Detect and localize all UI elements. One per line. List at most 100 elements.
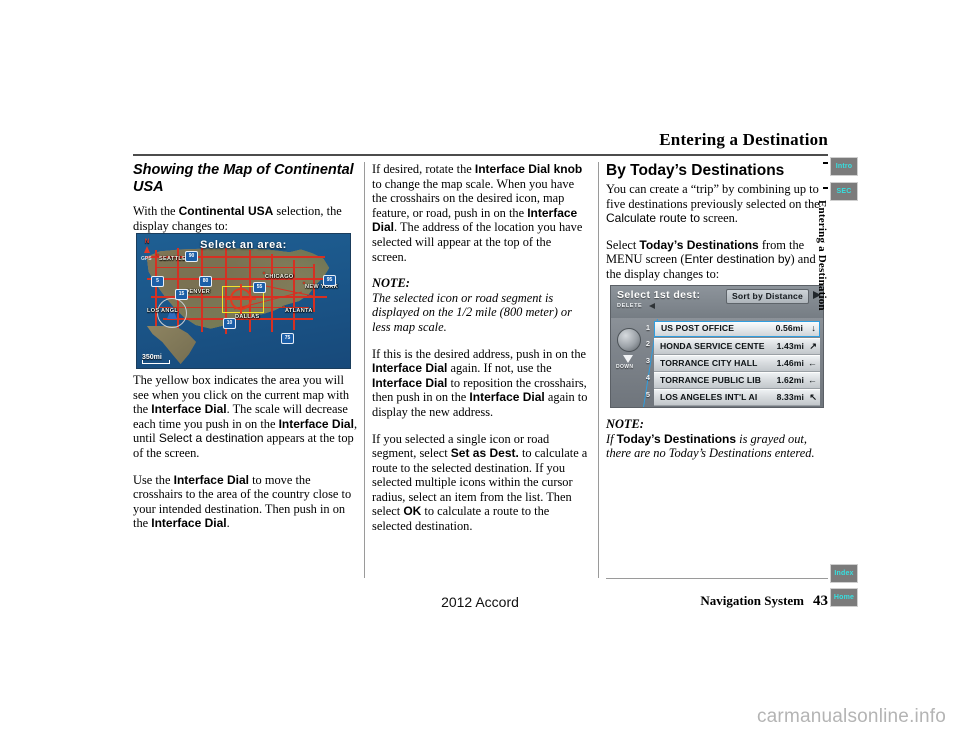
term-set-as-dest: Set as Dest. [450,446,519,461]
left-arrow-icon[interactable] [649,303,655,309]
term-interface-dial: Interface Dial [469,390,545,405]
column-divider-1 [364,162,365,578]
col2-note: NOTE: The selected icon or road segment i… [372,276,588,334]
destination-name: LOS ANGELES INT'L AI [660,392,758,402]
list-item[interactable]: US POST OFFICE 0.56mi ↓ [654,321,820,337]
term-todays-destinations: Today’s Destinations [616,431,737,446]
compass-needle [144,246,150,253]
interstate-shield-icon: 90 [185,251,198,262]
list-item[interactable]: TORRANCE PUBLIC LIB 1.62mi ← [654,372,820,389]
col3-paragraph-2: Select Today’s Destinations from the MEN… [606,238,822,282]
text-run: . The address of the location you have s… [372,220,583,264]
list-item[interactable]: TORRANCE CITY HALL 1.46mi ← [654,355,820,372]
column-divider-2 [598,162,599,578]
tab-intro[interactable]: Intro [830,157,858,176]
section-heading-showing-map: Showing the Map of Continental USA [133,162,354,195]
interstate-shield-icon: 80 [199,276,212,287]
map-city-dot [283,306,285,308]
col2-paragraph-1: If desired, rotate the Interface Dial kn… [372,162,588,264]
section-heading-todays-destinations: By Today’s Destinations [606,162,785,179]
compass-icon: N [142,239,152,253]
map-city-label: ATLANTA [285,308,313,314]
model-label: 2012 Accord [441,594,519,610]
map-city-label: DALLAS [235,314,260,320]
map-city-label: DENVER [185,289,211,295]
manual-page: Entering a Destination Showing the Map o… [0,0,960,742]
tab-sec[interactable]: SEC [830,182,858,201]
list-item[interactable]: LOS ANGELES INT'L AI 8.33mi ↖ [654,389,820,406]
text-run: Select [606,237,640,252]
nav-screen-title: Select 1st dest: [617,289,701,301]
row-number: 2 [645,339,650,348]
map-city-label: SEATTLE [159,256,187,262]
row-number: 5 [645,390,650,399]
interstate-shield-icon: 10 [223,318,236,329]
term-ok: OK [403,504,422,519]
page-title: Entering a Destination [659,130,828,149]
page-number: 43 [813,593,828,609]
interstate-shield-icon: 95 [323,275,336,286]
map-screen-title: Select an area: [200,239,287,251]
header-rule [133,154,828,156]
map-city-label: LOS ANGL [147,308,179,314]
destination-name: US POST OFFICE [661,323,735,333]
col3-note: NOTE: If Today’s Destinations is grayed o… [606,417,822,461]
term-enter-destination-by: Enter destination by [684,252,791,267]
text-run: If [606,431,617,446]
term-interface-dial: Interface Dial [278,416,354,431]
interstate-shield-icon: 75 [281,333,294,344]
row-number: 4 [645,373,650,382]
destination-distance: 1.43mi [776,341,804,351]
map-city-dot [303,282,305,284]
text-run: again. If not, use the [447,361,552,376]
interstate-shield-icon: 55 [253,282,266,293]
note-text: The selected icon or road segment is dis… [372,290,572,334]
column-two: If desired, rotate the Interface Dial kn… [372,162,588,546]
footer-rule [606,578,828,579]
gps-icon: GPS [141,256,152,262]
col3-paragraph-1: You can create a “trip” by combining up … [606,182,822,226]
term-todays-destinations: Today’s Destinations [639,237,759,252]
sort-by-distance-button[interactable]: Sort by Distance [725,289,809,304]
nav-delete-label: DELETE [617,303,643,309]
tab-index[interactable]: Index [830,564,858,583]
site-watermark: carmanualsonline.info [756,706,946,727]
list-item[interactable]: HONDA SERVICE CENTE 1.43mi ↗ [654,338,820,355]
map-crosshair-icon [226,284,256,314]
col1-paragraph-1: With the Continental USA selection, the … [133,204,361,233]
figure-select-destination-screen: Select 1st dest: DELETE Sort by Distance… [610,285,824,408]
term-interface-dial: Interface Dial [173,472,249,487]
term-interface-dial: Interface Dial [151,516,227,531]
footer-section-label: Navigation System [700,593,804,608]
text-run: Use the [133,472,174,487]
rail-tick [823,187,828,189]
map-highway [293,260,295,330]
term-continental-usa: Continental USA [178,204,274,218]
col2-paragraph-3: If you selected a single icon or road se… [372,432,588,534]
col1-paragraph-2: The yellow box indicates the area you wi… [133,373,361,461]
col1-paragraph-3: Use the Interface Dial to move the cross… [133,473,361,531]
destination-distance: 1.62mi [776,375,804,385]
destination-list: 1 US POST OFFICE 0.56mi ↓ 2 HONDA SERVIC… [641,319,823,407]
interstate-shield-icon: 5 [151,276,164,287]
map-highway [271,254,273,332]
column-one-continued: The yellow box indicates the area you wi… [133,373,361,543]
sort-by-distance-label: Sort by Distance [731,291,803,301]
text-run: If this is the desired address, push in … [372,346,587,361]
note-label: NOTE: [372,276,410,291]
map-scale-bar [142,360,170,364]
direction-arrow-icon: ↗ [809,341,817,351]
tab-home[interactable]: Home [830,588,858,607]
destination-distance: 8.33mi [776,392,804,402]
text-run: If desired, rotate the [372,162,475,176]
term-interface-dial: Interface Dial [372,361,448,376]
interface-dial-knob-icon[interactable] [617,328,641,352]
row-number: 1 [645,323,650,332]
knob-down-label: DOWN [616,364,634,370]
map-city-dot [157,254,159,256]
vertical-section-label: Entering a Destination [816,200,828,311]
direction-arrow-icon: ← [807,358,817,368]
destination-name: HONDA SERVICE CENTE [660,341,765,351]
map-highway [147,278,329,280]
map-city-label: CHICAGO [265,274,294,280]
